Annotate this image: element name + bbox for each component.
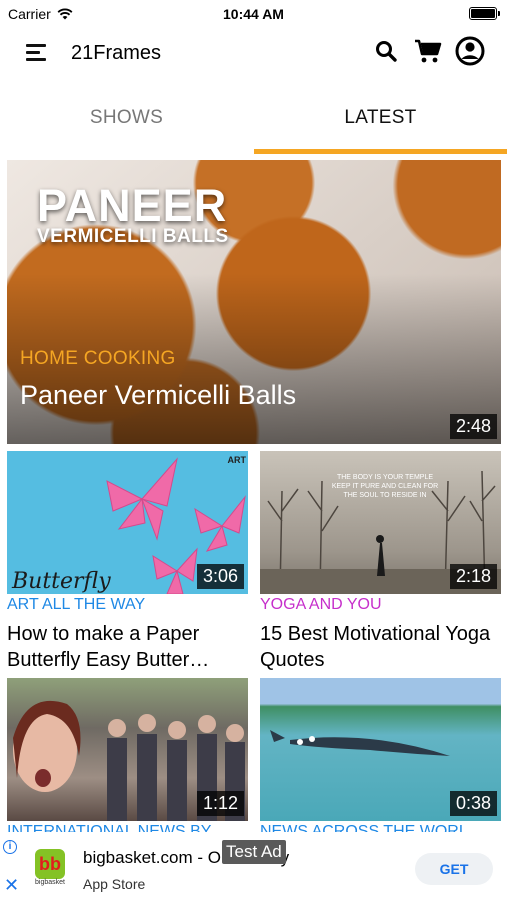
ad-app-name-start: bigbasket.com - O	[83, 848, 221, 867]
video-card[interactable]: 0:38 NEWS ACROSS THE WORL…	[260, 678, 501, 840]
hero-duration: 2:48	[449, 414, 497, 439]
ad-app-logo: bb bigbasket	[30, 849, 70, 889]
video-card[interactable]: THE BODY IS YOUR TEMPLE KEEP IT PURE AND…	[260, 451, 501, 671]
active-tab-indicator	[254, 149, 507, 154]
thumbnail-badge: ART	[227, 455, 247, 465]
video-thumbnail[interactable]: THE BODY IS YOUR TEMPLE KEEP IT PURE AND…	[260, 451, 501, 594]
app-title: 21Frames	[71, 42, 162, 64]
ad-get-button[interactable]: GET	[415, 853, 493, 885]
menu-icon[interactable]	[26, 43, 46, 61]
test-ad-label: Test Ad	[222, 840, 286, 864]
hero-banner-subtitle: VERMICELLI BALLS	[37, 226, 229, 247]
app-bar-actions	[371, 36, 485, 66]
video-duration: 1:12	[196, 791, 244, 816]
video-category: ART ALL THE WAY	[7, 596, 146, 613]
ad-close-icon[interactable]: ✕	[4, 876, 19, 894]
status-bar: Carrier 10:44 AM	[0, 0, 507, 28]
hero-banner-title: PANEER	[37, 180, 228, 231]
tab-latest[interactable]: LATEST	[254, 98, 507, 154]
app-bar: 21Frames	[0, 28, 507, 80]
video-card[interactable]: 1:12 INTERNATIONAL NEWS BY…	[7, 678, 248, 840]
battery-icon	[469, 7, 500, 20]
bigbasket-logo: bb	[35, 849, 65, 879]
account-icon[interactable]	[455, 36, 485, 66]
hero-title: Paneer Vermicelli Balls	[20, 380, 297, 410]
ad-banner[interactable]: i ✕ bb bigbasket bigbasket.com - Ocery A…	[0, 832, 507, 900]
featured-video[interactable]: PANEER VERMICELLI BALLS HOME COOKING Pan…	[7, 160, 501, 444]
search-icon[interactable]	[371, 36, 401, 66]
video-duration: 3:06	[196, 564, 244, 589]
video-duration: 0:38	[449, 791, 497, 816]
video-thumbnail[interactable]: 1:12	[7, 678, 248, 821]
ad-info-icon[interactable]: i	[3, 840, 17, 854]
tab-shows[interactable]: SHOWS	[0, 98, 253, 154]
thumbnail-quote: THE BODY IS YOUR TEMPLE KEEP IT PURE AND…	[331, 474, 439, 499]
video-title: How to make a Paper Butterfly Easy Butte…	[7, 623, 210, 671]
hero-category: HOME COOKING	[20, 348, 176, 369]
thumbnail-caption: Butterfly	[12, 569, 111, 594]
video-thumbnail[interactable]: 0:38	[260, 678, 501, 821]
tab-latest-label: LATEST	[344, 107, 417, 128]
clock: 10:44 AM	[223, 6, 284, 22]
video-title: 15 Best Motivational Yoga Quotes	[260, 623, 491, 671]
bigbasket-logo-text: bigbasket	[35, 879, 65, 886]
video-card[interactable]: Butterfly ART 3:06 ART ALL THE WAY How t…	[7, 451, 248, 671]
video-category: YOGA AND YOU	[260, 596, 382, 613]
video-thumbnail[interactable]: Butterfly ART 3:06	[7, 451, 248, 594]
tab-shows-label: SHOWS	[89, 107, 164, 128]
ad-store-label: App Store	[83, 876, 146, 892]
cart-icon[interactable]	[413, 36, 443, 66]
tab-bar: SHOWS LATEST	[0, 98, 507, 154]
video-duration: 2:18	[449, 564, 497, 589]
